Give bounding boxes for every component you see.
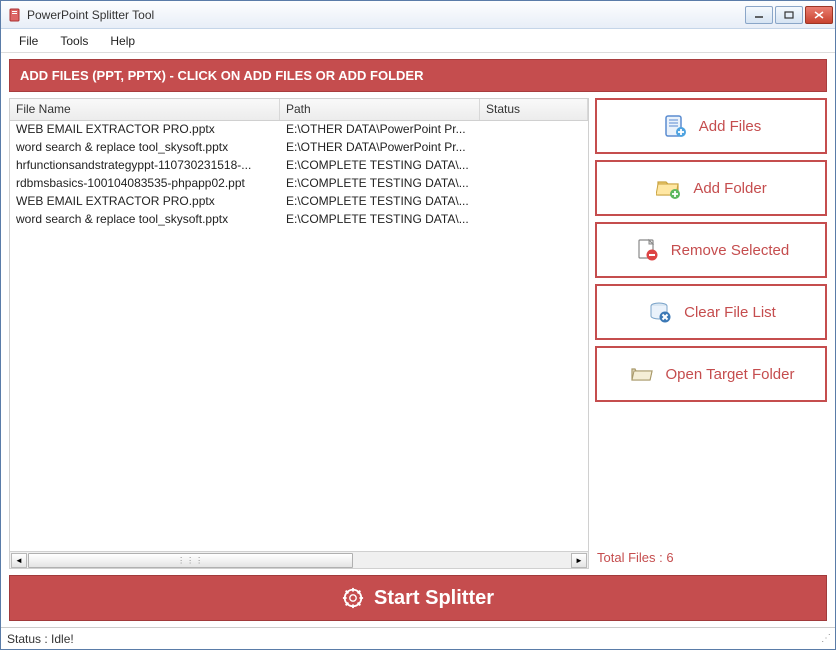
- menubar: File Tools Help: [1, 29, 835, 53]
- add-folder-icon: [655, 174, 683, 202]
- table-row[interactable]: hrfunctionsandstrategyppt-110730231518-.…: [10, 157, 588, 175]
- app-icon: [7, 7, 23, 23]
- table-row[interactable]: WEB EMAIL EXTRACTOR PRO.pptxE:\COMPLETE …: [10, 193, 588, 211]
- instruction-banner: ADD FILES (PPT, PPTX) - CLICK ON ADD FIL…: [9, 59, 827, 92]
- cell-filename: word search & replace tool_skysoft.pptx: [10, 139, 280, 157]
- col-header-status[interactable]: Status: [480, 99, 588, 120]
- cell-path: E:\COMPLETE TESTING DATA\...: [280, 193, 480, 211]
- cell-path: E:\COMPLETE TESTING DATA\...: [280, 175, 480, 193]
- app-window: PowerPoint Splitter Tool File Tools Help…: [0, 0, 836, 650]
- add-files-label: Add Files: [699, 118, 762, 135]
- gear-icon: [342, 587, 364, 609]
- open-target-folder-label: Open Target Folder: [666, 366, 795, 383]
- total-files-label: Total Files : 6: [595, 546, 827, 569]
- table-body: WEB EMAIL EXTRACTOR PRO.pptxE:\OTHER DAT…: [10, 121, 588, 551]
- cell-path: E:\COMPLETE TESTING DATA\...: [280, 211, 480, 229]
- clear-list-button[interactable]: Clear File List: [595, 284, 827, 340]
- clear-list-icon: [646, 298, 674, 326]
- start-splitter-label: Start Splitter: [374, 587, 494, 610]
- side-panel: Add Files Add Folder Remove Selected: [595, 98, 827, 569]
- scroll-right-button[interactable]: ►: [571, 553, 587, 568]
- menu-help[interactable]: Help: [100, 31, 145, 51]
- maximize-button[interactable]: [775, 6, 803, 24]
- table-row[interactable]: word search & replace tool_skysoft.pptxE…: [10, 211, 588, 229]
- cell-status: [480, 211, 588, 229]
- titlebar[interactable]: PowerPoint Splitter Tool: [1, 1, 835, 29]
- minimize-button[interactable]: [745, 6, 773, 24]
- remove-selected-icon: [633, 236, 661, 264]
- menu-tools[interactable]: Tools: [50, 31, 98, 51]
- status-text: Status : Idle!: [7, 632, 74, 646]
- clear-list-label: Clear File List: [684, 304, 776, 321]
- remove-selected-label: Remove Selected: [671, 242, 789, 259]
- col-header-path[interactable]: Path: [280, 99, 480, 120]
- cell-path: E:\OTHER DATA\PowerPoint Pr...: [280, 121, 480, 139]
- close-button[interactable]: [805, 6, 833, 24]
- content-area: ADD FILES (PPT, PPTX) - CLICK ON ADD FIL…: [1, 53, 835, 627]
- col-header-filename[interactable]: File Name: [10, 99, 280, 120]
- cell-filename: WEB EMAIL EXTRACTOR PRO.pptx: [10, 193, 280, 211]
- table-row[interactable]: word search & replace tool_skysoft.pptxE…: [10, 139, 588, 157]
- open-folder-icon: [628, 360, 656, 388]
- start-splitter-button[interactable]: Start Splitter: [9, 575, 827, 621]
- cell-status: [480, 121, 588, 139]
- scroll-left-button[interactable]: ◄: [11, 553, 27, 568]
- statusbar: Status : Idle! ⋰: [1, 627, 835, 649]
- horizontal-scrollbar[interactable]: ◄ ⋮⋮⋮ ►: [10, 551, 588, 568]
- window-title: PowerPoint Splitter Tool: [27, 8, 745, 22]
- remove-selected-button[interactable]: Remove Selected: [595, 222, 827, 278]
- table-header: File Name Path Status: [10, 99, 588, 121]
- menu-file[interactable]: File: [9, 31, 48, 51]
- cell-status: [480, 139, 588, 157]
- table-row[interactable]: rdbmsbasics-100104083535-phpapp02.pptE:\…: [10, 175, 588, 193]
- cell-path: E:\OTHER DATA\PowerPoint Pr...: [280, 139, 480, 157]
- file-table: File Name Path Status WEB EMAIL EXTRACTO…: [9, 98, 589, 569]
- main-row: File Name Path Status WEB EMAIL EXTRACTO…: [9, 98, 827, 569]
- cell-status: [480, 193, 588, 211]
- window-controls: [745, 6, 833, 24]
- add-folder-button[interactable]: Add Folder: [595, 160, 827, 216]
- resize-grip-icon[interactable]: ⋰: [821, 633, 829, 644]
- table-row[interactable]: WEB EMAIL EXTRACTOR PRO.pptxE:\OTHER DAT…: [10, 121, 588, 139]
- add-files-button[interactable]: Add Files: [595, 98, 827, 154]
- add-folder-label: Add Folder: [693, 180, 766, 197]
- cell-status: [480, 157, 588, 175]
- scroll-thumb[interactable]: ⋮⋮⋮: [28, 553, 353, 568]
- cell-filename: hrfunctionsandstrategyppt-110730231518-.…: [10, 157, 280, 175]
- cell-filename: rdbmsbasics-100104083535-phpapp02.ppt: [10, 175, 280, 193]
- cell-filename: WEB EMAIL EXTRACTOR PRO.pptx: [10, 121, 280, 139]
- add-files-icon: [661, 112, 689, 140]
- cell-status: [480, 175, 588, 193]
- scroll-track[interactable]: ⋮⋮⋮: [28, 553, 570, 568]
- cell-path: E:\COMPLETE TESTING DATA\...: [280, 157, 480, 175]
- cell-filename: word search & replace tool_skysoft.pptx: [10, 211, 280, 229]
- open-target-folder-button[interactable]: Open Target Folder: [595, 346, 827, 402]
